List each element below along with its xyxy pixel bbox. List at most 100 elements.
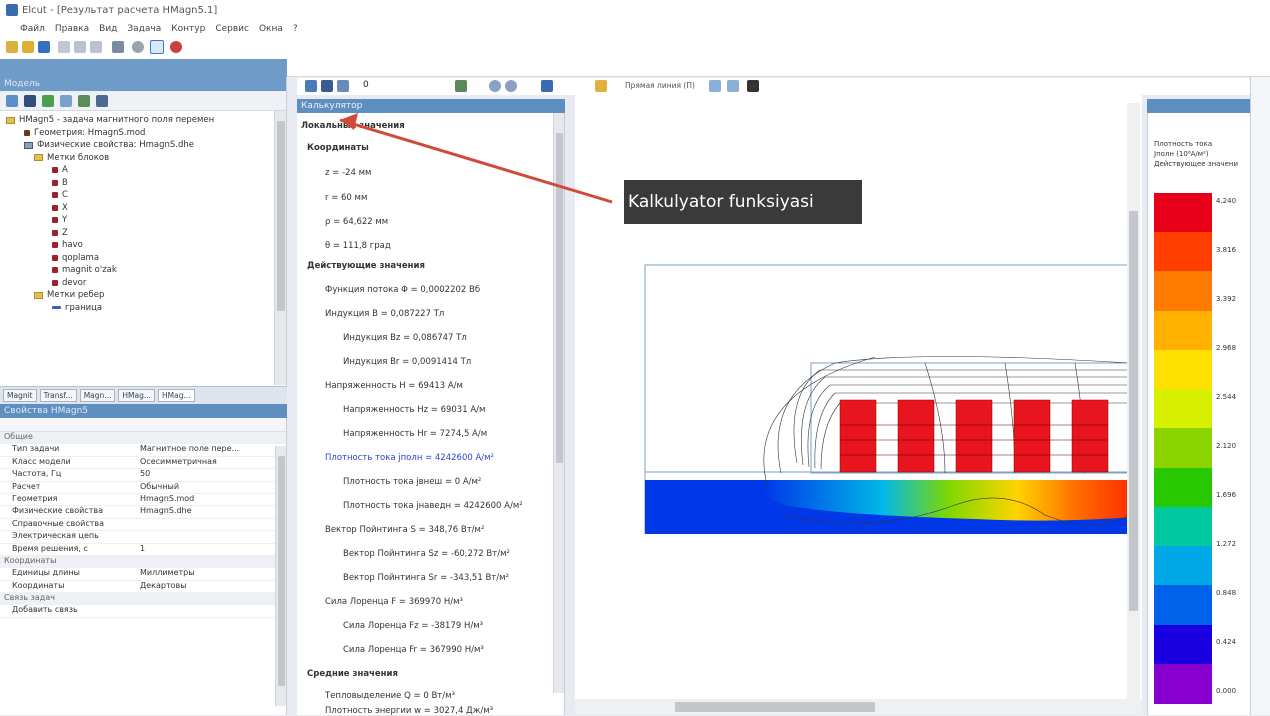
properties-scrollbar[interactable]	[275, 446, 286, 706]
value-Br: Индукция Br = 0,0091414 Тл	[343, 357, 472, 367]
value-B[interactable]: Индукция B = 0,087227 Тл	[325, 309, 444, 319]
prop-category[interactable]: Координаты	[0, 555, 286, 569]
tree-item-block[interactable]: magnit o'zak	[6, 264, 286, 277]
tree-view-icon[interactable]	[6, 94, 18, 107]
tree-item-block[interactable]: Z	[6, 227, 286, 240]
legend-value: 3.392	[1216, 295, 1237, 303]
value-Jsrc: Плотность тока jвнеш = 0 А/м²	[343, 477, 482, 487]
coil-conductors	[839, 399, 1109, 473]
prop-row[interactable]: Время решения, с1	[0, 544, 286, 556]
tree-add-icon[interactable]	[78, 94, 90, 107]
tab-magnit[interactable]: Magnit	[3, 389, 37, 402]
tree-item-block[interactable]: C	[6, 189, 286, 202]
legend-swatch	[1154, 663, 1212, 704]
prop-row[interactable]: Класс модели Осесимметричная	[0, 457, 286, 470]
callout-label: Kalkulyator funksiyasi	[624, 180, 862, 224]
paste-icon[interactable]	[90, 41, 102, 53]
menu-view[interactable]: Вид	[99, 24, 117, 34]
copy-icon[interactable]	[74, 41, 86, 53]
cut-icon[interactable]	[58, 41, 70, 53]
menu-edit[interactable]: Правка	[55, 24, 89, 34]
menu-problem[interactable]: Задача	[127, 24, 161, 34]
menu-contour[interactable]: Контур	[171, 24, 205, 34]
canvas-scrollbar[interactable]	[1127, 103, 1140, 699]
tree-scrollbar[interactable]	[274, 111, 286, 385]
tree-solve-icon[interactable]	[42, 94, 54, 107]
prop-row[interactable]: Частота, Гц 50	[0, 469, 286, 482]
graph-icon[interactable]	[709, 80, 721, 92]
gear-icon[interactable]	[132, 41, 144, 53]
menu-window[interactable]: Окна	[259, 24, 283, 34]
legend-value: 0.000	[1216, 687, 1237, 695]
camera-icon[interactable]	[747, 80, 759, 92]
zoom-in-icon[interactable]	[489, 80, 501, 92]
tree-item-block[interactable]: qoplama	[6, 252, 286, 265]
physics-icon	[24, 141, 33, 149]
prop-row[interactable]: Тип задачи Магнитное поле пере...	[0, 444, 286, 457]
contour-icon[interactable]	[455, 80, 467, 92]
print-icon[interactable]	[112, 41, 124, 53]
average-values-group[interactable]: Средние значения	[307, 669, 398, 679]
save-icon[interactable]	[38, 41, 50, 53]
prop-category[interactable]: Общие	[0, 432, 286, 445]
legend-icon[interactable]	[541, 80, 553, 92]
tree-undo-icon[interactable]	[96, 94, 108, 107]
tree-item-edge[interactable]: граница	[6, 302, 286, 315]
tree-item-block[interactable]: A	[6, 164, 286, 177]
block-icon	[52, 217, 58, 224]
prop-row[interactable]: Добавить связь	[0, 605, 286, 618]
prop-category[interactable]: Связь задач	[0, 593, 286, 606]
tree-item-block-labels[interactable]: Метки блоков	[6, 152, 286, 165]
zoom-out-icon[interactable]	[505, 80, 517, 92]
menu-help[interactable]: ?	[293, 24, 298, 34]
tab-transf[interactable]: Transf...	[39, 389, 77, 402]
open-icon[interactable]	[22, 41, 34, 53]
value-F[interactable]: Сила Лоренца F = 369970 Н/м³	[325, 597, 463, 607]
value-Jind: Плотность тока jнаведн = 4242600 А/м²	[343, 501, 523, 511]
tree-item-block[interactable]: devor	[6, 277, 286, 290]
prop-row[interactable]: Расчет Обычный	[0, 482, 286, 494]
time-input[interactable]: 0	[363, 80, 369, 90]
color-legend	[1154, 193, 1212, 704]
field-view-icon[interactable]	[305, 80, 317, 92]
prop-row[interactable]: Единицы длины Миллиметры	[0, 568, 286, 581]
calculator-icon[interactable]	[321, 80, 333, 92]
effective-values-group[interactable]: Действующие значения	[307, 261, 425, 271]
block-icon	[52, 267, 58, 274]
prop-row[interactable]: Физические свойства HmagnS.dhe	[0, 506, 286, 519]
legend-value: 2.120	[1216, 442, 1237, 450]
tree-item-block[interactable]: Y	[6, 214, 286, 227]
tree-item-block[interactable]: X	[6, 202, 286, 215]
value-H[interactable]: Напряженность H = 69413 А/м	[325, 381, 463, 391]
value-J[interactable]: Плотность тока jполн = 4242600 А/м²	[325, 453, 494, 463]
prop-row[interactable]: Справочные свойства	[0, 519, 286, 532]
tree-table-icon[interactable]	[60, 94, 72, 107]
tree-root[interactable]: HMagn5 - задача магнитного поля перемен	[6, 114, 286, 127]
tree-save-icon[interactable]	[24, 94, 36, 107]
canvas-hscrollbar[interactable]	[575, 699, 1142, 715]
tab-hmag-2[interactable]: HMag...	[158, 389, 195, 402]
tree-item-block[interactable]: havo	[6, 239, 286, 252]
menu-file[interactable]: Файл	[20, 24, 45, 34]
new-icon[interactable]	[6, 41, 18, 53]
tab-hmag-1[interactable]: HMag...	[118, 389, 156, 402]
tab-magn[interactable]: Magn...	[79, 389, 116, 402]
tree-item-physics[interactable]: Физические свойства: HmagnS.dhe	[6, 139, 286, 152]
tree-item-geometry[interactable]: Геометрия: HmagnS.mod	[6, 127, 286, 140]
integral-icon[interactable]	[337, 80, 349, 92]
legend-swatch	[1154, 585, 1212, 626]
tree-item-block[interactable]: B	[6, 177, 286, 190]
table-icon[interactable]	[727, 80, 739, 92]
menu-service[interactable]: Сервис	[215, 24, 249, 34]
prop-row[interactable]: Электрическая цепь	[0, 531, 286, 544]
contour-line-icon[interactable]	[595, 80, 607, 92]
folder-icon	[34, 154, 43, 162]
legend-swatch	[1154, 271, 1212, 312]
help-icon[interactable]	[170, 41, 182, 53]
tree-item-edge-labels[interactable]: Метки ребер	[6, 289, 286, 302]
prop-row[interactable]: Координаты Декартовы	[0, 581, 286, 594]
value-S[interactable]: Вектор Пойнтинга S = 348,76 Вт/м²	[325, 525, 484, 535]
prop-row[interactable]: Геометрия HmagnS.mod	[0, 494, 286, 507]
contour-type-select[interactable]: Прямая линия (П)	[625, 81, 695, 90]
results-icon[interactable]	[150, 40, 164, 54]
